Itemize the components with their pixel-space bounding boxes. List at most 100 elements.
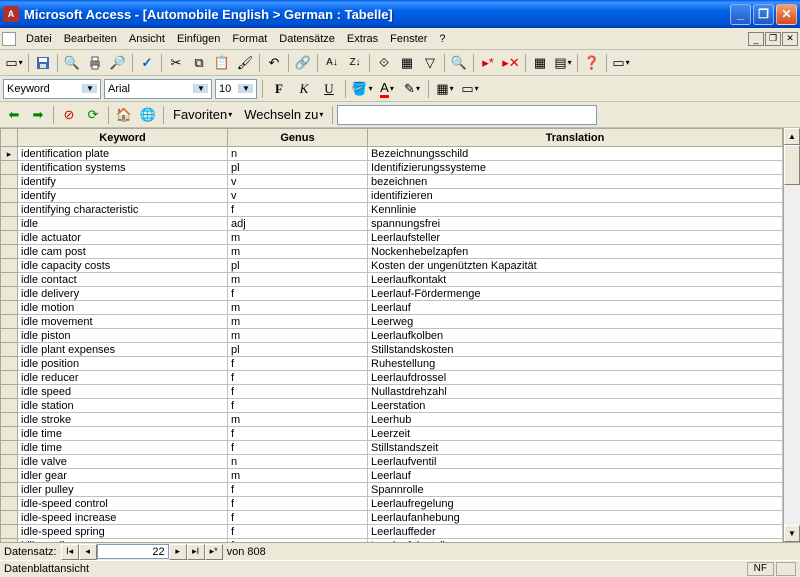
prev-record-button[interactable]: ◂ — [79, 544, 97, 560]
cell[interactable]: n — [228, 455, 368, 469]
minimize-button[interactable]: _ — [730, 4, 751, 25]
special-effect-button[interactable]: ▭▾ — [459, 78, 481, 100]
maximize-button[interactable]: ❐ — [753, 4, 774, 25]
table-row[interactable]: idle plant expensesplStillstandskosten — [1, 343, 783, 357]
table-row[interactable]: idle actuatormLeerlaufsteller — [1, 231, 783, 245]
mdi-restore-button[interactable]: ❐ — [765, 32, 781, 46]
cell[interactable]: Leerzeit — [368, 427, 783, 441]
table-row[interactable]: idle pistonmLeerlaufkolben — [1, 329, 783, 343]
cut-button[interactable]: ✂ — [165, 52, 187, 74]
select-all-cell[interactable] — [1, 129, 18, 147]
row-selector[interactable] — [1, 175, 18, 189]
cell[interactable]: adj — [228, 217, 368, 231]
goto-button[interactable]: Wechseln zu ▾ — [239, 104, 328, 126]
hyperlink-button[interactable]: 🔗 — [292, 52, 314, 74]
cell[interactable]: idle-speed increase — [18, 511, 228, 525]
cell[interactable]: Kennlinie — [368, 203, 783, 217]
table-row[interactable]: idle deliveryfLeerlauf-Fördermenge — [1, 287, 783, 301]
back-button[interactable]: ⬅ — [3, 104, 25, 126]
cell[interactable]: idle time — [18, 441, 228, 455]
scroll-down-button[interactable]: ▼ — [784, 525, 800, 542]
cell[interactable]: Ruhestellung — [368, 357, 783, 371]
cell[interactable]: idle-speed control — [18, 497, 228, 511]
cell[interactable]: Leerstation — [368, 399, 783, 413]
mdi-close-button[interactable]: ✕ — [782, 32, 798, 46]
cell[interactable]: identify — [18, 189, 228, 203]
apply-filter-button[interactable]: ▽ — [419, 52, 441, 74]
cell[interactable]: idler pulley — [18, 483, 228, 497]
menu-einfuegen[interactable]: Einfügen — [171, 31, 226, 47]
cell[interactable]: idler gear — [18, 469, 228, 483]
col-genus[interactable]: Genus — [228, 129, 368, 147]
cell[interactable]: m — [228, 245, 368, 259]
cell[interactable]: f — [228, 357, 368, 371]
table-row[interactable]: idle timefLeerzeit — [1, 427, 783, 441]
row-selector[interactable] — [1, 357, 18, 371]
row-selector[interactable] — [1, 469, 18, 483]
row-selector[interactable] — [1, 287, 18, 301]
cell[interactable]: idle motion — [18, 301, 228, 315]
menu-datensaetze[interactable]: Datensätze — [273, 31, 341, 47]
cell[interactable]: idle delivery — [18, 287, 228, 301]
row-selector[interactable] — [1, 245, 18, 259]
fillcolor-button[interactable]: 🪣▾ — [351, 78, 373, 100]
cell[interactable]: idle — [18, 217, 228, 231]
cell[interactable]: f — [228, 427, 368, 441]
row-selector[interactable] — [1, 189, 18, 203]
row-selector[interactable] — [1, 371, 18, 385]
cell[interactable]: Leerlauf — [368, 469, 783, 483]
close-button[interactable]: ✕ — [776, 4, 797, 25]
cell[interactable]: f — [228, 399, 368, 413]
cell[interactable]: bezeichnen — [368, 175, 783, 189]
table-row[interactable]: idle positionfRuhestellung — [1, 357, 783, 371]
row-selector[interactable] — [1, 427, 18, 441]
cell[interactable]: identifizieren — [368, 189, 783, 203]
row-selector[interactable] — [1, 329, 18, 343]
cell[interactable]: Identifizierungssysteme — [368, 161, 783, 175]
cell[interactable]: f — [228, 539, 368, 543]
table-row[interactable]: idling adjustmentfLeerlaufeinstellung — [1, 539, 783, 543]
cell[interactable]: idle actuator — [18, 231, 228, 245]
table-row[interactable]: idler gearmLeerlauf — [1, 469, 783, 483]
cell[interactable]: spannungsfrei — [368, 217, 783, 231]
cell[interactable]: identifying characteristic — [18, 203, 228, 217]
sort-desc-button[interactable]: Z↓ — [344, 52, 366, 74]
save-button[interactable] — [32, 52, 54, 74]
new-record-nav-button[interactable]: ▸* — [205, 544, 223, 560]
scroll-thumb[interactable] — [784, 145, 800, 185]
row-selector[interactable] — [1, 161, 18, 175]
view-button[interactable]: ▭▾ — [3, 52, 25, 74]
filter-selection-button[interactable]: ⟐ — [373, 52, 395, 74]
delete-record-button[interactable]: ▸✕ — [500, 52, 522, 74]
cell[interactable]: m — [228, 273, 368, 287]
menu-help[interactable]: ? — [433, 31, 451, 47]
cell[interactable]: Leerlaufkolben — [368, 329, 783, 343]
row-selector[interactable] — [1, 203, 18, 217]
office-assistant-button[interactable]: ❓ — [581, 52, 603, 74]
sort-asc-button[interactable]: A↓ — [321, 52, 343, 74]
cell[interactable]: identification systems — [18, 161, 228, 175]
cell[interactable]: idle contact — [18, 273, 228, 287]
menu-datei[interactable]: Datei — [20, 31, 58, 47]
row-selector[interactable] — [1, 399, 18, 413]
cell[interactable]: f — [228, 483, 368, 497]
underline-button[interactable]: U — [318, 78, 340, 100]
vertical-scrollbar[interactable]: ▲ ▼ — [783, 128, 800, 542]
menu-bearbeiten[interactable]: Bearbeiten — [58, 31, 123, 47]
cell[interactable]: m — [228, 301, 368, 315]
table-row[interactable]: idle capacity costsplKosten der ungenütz… — [1, 259, 783, 273]
italic-button[interactable]: K — [293, 78, 315, 100]
row-selector[interactable] — [1, 231, 18, 245]
new-record-button[interactable]: ▸* — [477, 52, 499, 74]
cell[interactable]: idle valve — [18, 455, 228, 469]
col-keyword[interactable]: Keyword — [18, 129, 228, 147]
cell[interactable]: Leerhub — [368, 413, 783, 427]
cell[interactable]: idle time — [18, 427, 228, 441]
cell[interactable]: Leerlaufsteller — [368, 231, 783, 245]
row-selector[interactable] — [1, 315, 18, 329]
menu-format[interactable]: Format — [226, 31, 273, 47]
stop-button[interactable]: ⊘ — [58, 104, 80, 126]
cell[interactable]: m — [228, 315, 368, 329]
table-row[interactable]: idle movementmLeerweg — [1, 315, 783, 329]
cell[interactable]: m — [228, 231, 368, 245]
